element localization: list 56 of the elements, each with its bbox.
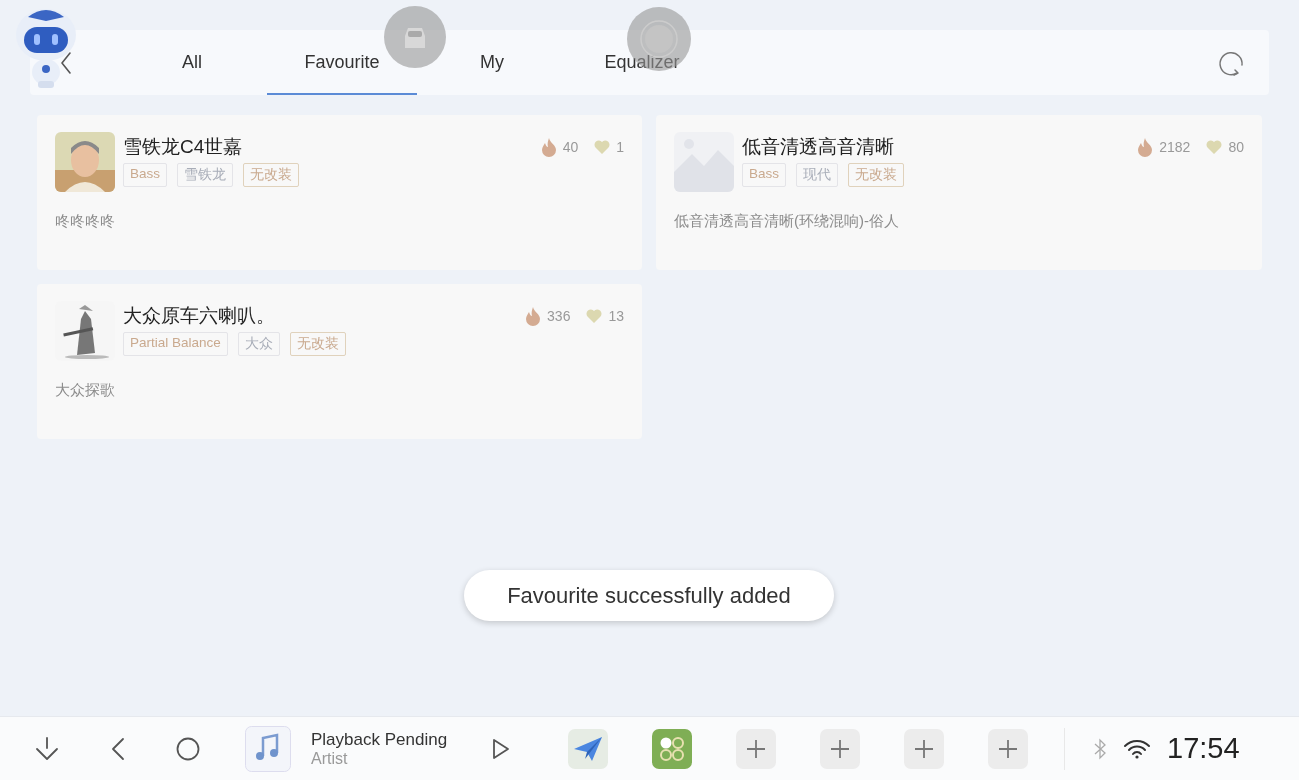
- flame-icon: [1137, 137, 1154, 157]
- preset-card[interactable]: 雪铁龙C4世嘉 40 1 Bass 雪铁龙 无改装 咚咚咚咚: [37, 115, 642, 270]
- apps-icon: [658, 734, 686, 763]
- hot-count: 2182: [1159, 139, 1191, 155]
- dock-app-button[interactable]: [820, 728, 860, 769]
- plus-icon: [746, 738, 766, 759]
- dock-app-button[interactable]: [568, 728, 608, 769]
- tag: 现代: [796, 163, 838, 187]
- tab[interactable]: My: [417, 30, 567, 95]
- preset-title: 大众原车六喇叭。: [123, 304, 275, 328]
- back-icon[interactable]: [60, 51, 72, 74]
- like-count: 1: [616, 139, 624, 155]
- tag: 无改装: [289, 332, 346, 356]
- tag: 大众: [237, 332, 280, 356]
- preset-title: 低音清透高音清晰: [742, 135, 894, 159]
- home-icon: [176, 736, 200, 761]
- plus-icon: [998, 738, 1018, 759]
- dock-app-button[interactable]: [736, 728, 776, 769]
- bluetooth-icon: [1093, 737, 1107, 760]
- tag: 雪铁龙: [177, 163, 233, 187]
- heart-icon: [586, 309, 603, 323]
- dock-app-button[interactable]: [652, 728, 692, 769]
- dock-app-button[interactable]: [904, 728, 944, 769]
- hot-count: 40: [562, 139, 579, 155]
- plus-icon: [914, 738, 934, 759]
- track-title: Playback Pending: [311, 729, 449, 750]
- preset-card[interactable]: 大众原车六喇叭。 336 13 Partial Balance 大众 无改装 大众探歌: [37, 284, 642, 439]
- tag: 无改装: [848, 163, 904, 187]
- paper-plane-icon: [572, 734, 604, 763]
- preset-description: 咚咚咚咚: [55, 212, 116, 231]
- clock-time: 17:54: [1167, 732, 1240, 765]
- heart-icon: [1206, 140, 1223, 154]
- like-count: 80: [1228, 139, 1244, 155]
- down-arrow-icon: [34, 735, 60, 762]
- preset-description: 低音清透高音清晰(环绕混响)-俗人: [674, 212, 900, 231]
- tag: 无改装: [243, 163, 299, 187]
- plus-icon: [830, 738, 850, 759]
- play-icon: [492, 737, 510, 760]
- flame-icon: [540, 137, 557, 157]
- dock-app-button[interactable]: [988, 728, 1028, 769]
- tag: Partial Balance: [123, 332, 228, 356]
- music-note-icon[interactable]: [245, 725, 291, 772]
- hot-count: 336: [547, 308, 571, 324]
- tag: Bass: [123, 163, 167, 187]
- flame-icon: [525, 306, 542, 326]
- like-count: 13: [608, 308, 624, 324]
- preset-title: 雪铁龙C4世嘉: [123, 135, 243, 159]
- track-artist: Artist: [311, 749, 349, 768]
- wifi-icon: [1123, 738, 1151, 759]
- heart-icon: [594, 140, 611, 154]
- tab[interactable]: All: [117, 30, 267, 95]
- back-icon: [111, 736, 125, 761]
- preset-description: 大众探歌: [55, 381, 116, 400]
- toast-message: Favourite successfully added: [464, 570, 834, 621]
- tag: Bass: [742, 163, 786, 187]
- preset-card[interactable]: 低音清透高音清晰 2182 80 Bass 现代 无改装 低音清透高音清晰(环绕混响)-俗人: [656, 115, 1262, 270]
